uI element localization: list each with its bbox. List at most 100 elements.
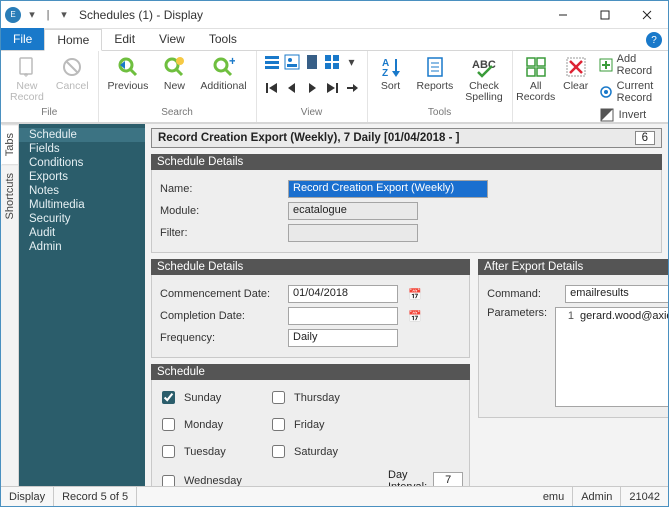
record-header-count: 6 (635, 131, 655, 145)
titlebar: E ▾ | ▾ Schedules (1) - Display (1, 1, 668, 29)
section-schedule: Schedule (151, 364, 470, 380)
edit-tab[interactable]: Edit (102, 28, 147, 50)
help-icon[interactable]: ? (646, 32, 662, 48)
vtab-tabs[interactable]: Tabs (1, 124, 19, 165)
vtab-shortcuts[interactable]: Shortcuts (2, 165, 18, 227)
chk-tuesday[interactable]: Tuesday (158, 442, 268, 461)
status-user: Admin (573, 487, 621, 506)
status-code: 21042 (621, 487, 668, 506)
sort-button[interactable]: AZ Sort (374, 53, 408, 94)
sidebar: Schedule Fields Conditions Exports Notes… (19, 124, 145, 486)
maximize-button[interactable] (584, 1, 626, 28)
module-field[interactable]: ecatalogue (288, 202, 418, 220)
main-panel: Record Creation Export (Weekly), 7 Daily… (145, 124, 668, 486)
qat-overflow-icon[interactable]: ▾ (57, 8, 71, 22)
view-dropdown-icon[interactable]: ▾ (343, 53, 361, 71)
sidebar-item-audit[interactable]: Audit (19, 226, 145, 240)
day-interval-field[interactable]: 7 (433, 472, 463, 486)
nav-goto-icon[interactable] (343, 79, 361, 97)
home-tab[interactable]: Home (44, 29, 102, 51)
all-records-icon (524, 55, 548, 79)
sidebar-item-multimedia[interactable]: Multimedia (19, 198, 145, 212)
tools-tab[interactable]: Tools (197, 28, 249, 50)
body: Tabs Shortcuts Schedule Fields Condition… (1, 123, 668, 486)
label-module: Module: (160, 205, 280, 217)
chk-friday[interactable]: Friday (268, 415, 378, 434)
chk-saturday[interactable]: Saturday (268, 442, 378, 461)
svg-text:ABC: ABC (472, 59, 496, 71)
add-record-button[interactable]: Add Record (599, 53, 667, 77)
chk-monday[interactable]: Monday (158, 415, 268, 434)
new-record-button[interactable]: New Record (7, 53, 47, 105)
file-tab[interactable]: File (1, 28, 44, 50)
view-tab[interactable]: View (147, 28, 197, 50)
section-body-details-1: Name: Record Creation Export (Weekly) Mo… (151, 170, 662, 253)
sidebar-item-conditions[interactable]: Conditions (19, 156, 145, 170)
sidebar-item-admin[interactable]: Admin (19, 240, 145, 254)
label-filter: Filter: (160, 227, 280, 239)
qat-dropdown-icon[interactable]: ▾ (25, 8, 39, 22)
frequency-field[interactable]: Daily (288, 329, 398, 347)
ribbon-tabs: File Home Edit View Tools ? (1, 29, 668, 51)
nav-first-icon[interactable] (263, 79, 281, 97)
app-icon: E (5, 7, 21, 23)
invert-icon (599, 107, 615, 123)
cancel-button[interactable]: Cancel (53, 53, 92, 94)
parameters-row: 1 gerard.wood@axiell.com (560, 310, 668, 322)
nav-prev-icon[interactable] (283, 79, 301, 97)
sort-icon: AZ (379, 55, 403, 79)
status-db: emu (535, 487, 573, 506)
chk-sunday[interactable]: Sunday (158, 388, 268, 407)
label-parameters: Parameters: (487, 307, 547, 319)
statusbar: Display Record 5 of 5 emu Admin 21042 (1, 486, 668, 506)
parameters-list[interactable]: 1 gerard.wood@axiell.com (555, 307, 668, 407)
record-header: Record Creation Export (Weekly), 7 Daily… (151, 128, 662, 148)
status-mode: Display (1, 487, 54, 506)
view-contact-icon[interactable] (283, 53, 301, 71)
sidebar-item-security[interactable]: Security (19, 212, 145, 226)
view-thumb-icon[interactable] (323, 53, 341, 71)
new-search-button[interactable]: New (157, 53, 191, 94)
section-after-export: After Export Details (478, 259, 668, 275)
filter-field[interactable] (288, 224, 418, 242)
section-schedule-details-2: Schedule Details (151, 259, 470, 275)
sidebar-item-fields[interactable]: Fields (19, 142, 145, 156)
quick-access-toolbar: ▾ | ▾ (25, 8, 71, 22)
chk-wednesday[interactable]: Wednesday (158, 469, 268, 486)
calendar-icon[interactable]: 📅 (408, 286, 422, 302)
name-field[interactable]: Record Creation Export (Weekly) (288, 180, 488, 198)
additional-button[interactable]: + Additional (197, 53, 249, 94)
chk-thursday[interactable]: Thursday (268, 388, 378, 407)
label-name: Name: (160, 183, 280, 195)
minimize-button[interactable] (542, 1, 584, 28)
label-completion: Completion Date: (160, 310, 280, 322)
completion-date-field[interactable] (288, 307, 398, 325)
view-list-icon[interactable] (263, 53, 281, 71)
close-button[interactable] (626, 1, 668, 28)
invert-button[interactable]: Invert (599, 107, 667, 123)
svg-text:Z: Z (382, 68, 388, 78)
calendar-icon[interactable]: 📅 (408, 308, 422, 324)
all-records-button[interactable]: All Records (519, 53, 553, 105)
sidebar-item-notes[interactable]: Notes (19, 184, 145, 198)
section-body-after-export: Command: emailresults Parameters: 1 gera… (478, 275, 668, 418)
label-frequency: Frequency: (160, 332, 280, 344)
commencement-date-field[interactable]: 01/04/2018 (288, 285, 398, 303)
nav-next-icon[interactable] (303, 79, 321, 97)
command-field[interactable]: emailresults (565, 285, 668, 303)
view-page-icon[interactable] (303, 53, 321, 71)
check-spelling-button[interactable]: ABC Check Spelling (462, 53, 505, 105)
label-day-interval: Day Interval: (388, 469, 427, 486)
reports-button[interactable]: Reports (414, 53, 457, 94)
sidebar-item-schedule[interactable]: Schedule (19, 128, 145, 142)
spellcheck-icon: ABC (472, 55, 496, 79)
clear-button[interactable]: Clear (559, 53, 593, 94)
nav-last-icon[interactable] (323, 79, 341, 97)
day-interval-row: Day Interval: 7 (388, 469, 463, 486)
vertical-tabs: Tabs Shortcuts (1, 124, 19, 486)
sidebar-item-exports[interactable]: Exports (19, 170, 145, 184)
previous-button[interactable]: Previous (105, 53, 152, 94)
label-commencement: Commencement Date: (160, 288, 280, 300)
current-record-button[interactable]: Current Record (599, 80, 667, 104)
current-record-icon (599, 84, 613, 100)
